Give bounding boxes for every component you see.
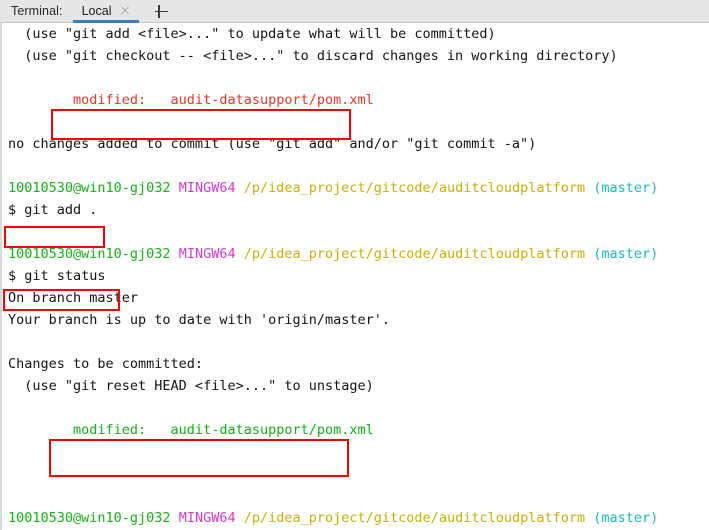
terminal-tabbar: Terminal: Local	[0, 0, 709, 23]
terminal-line: (use "git add <file>..." to update what …	[2, 23, 709, 45]
terminal-line: 10010530@win10-gj032 MINGW64 /p/idea_pro…	[2, 243, 709, 265]
terminal-line: $ git add .	[2, 199, 709, 221]
terminal-text-segment: /p/idea_project/gitcode/auditcloudplatfo…	[243, 180, 586, 196]
terminal-line-list: (use "git add <file>..." to update what …	[2, 23, 709, 530]
terminal-line: 10010530@win10-gj032 MINGW64 /p/idea_pro…	[2, 507, 709, 529]
terminal-line: On branch master	[2, 287, 709, 309]
terminal-line: Changes to be committed:	[2, 353, 709, 375]
terminal-text-segment: (use "git reset HEAD <file>..." to unsta…	[8, 378, 374, 394]
terminal-text-segment: 10010530@win10-gj032	[8, 246, 171, 262]
terminal-text-segment: On branch master	[8, 290, 139, 306]
terminal-line: (use "git checkout -- <file>..." to disc…	[2, 45, 709, 67]
terminal-text-segment: (use "git add <file>..." to update what …	[8, 26, 496, 42]
terminal-text-segment: MINGW64	[178, 180, 236, 196]
terminal-text-segment: modified: audit-datasupport/pom.xml	[8, 92, 374, 108]
terminal-window: Terminal: Local (use "git add <file>..."…	[0, 0, 709, 530]
terminal-text-segment: modified: audit-datasupport/pom.xml	[8, 422, 374, 438]
terminal-text-segment: no changes added to commit (use "git add…	[8, 136, 537, 152]
terminal-text-segment: 10010530@win10-gj032	[8, 510, 171, 526]
terminal-text-segment: Your branch is up to date with 'origin/m…	[8, 312, 391, 328]
terminal-line: $ git status	[2, 265, 709, 287]
terminal-text-segment: /p/idea_project/gitcode/auditcloudplatfo…	[243, 510, 586, 526]
terminal-text-segment: (master)	[593, 510, 659, 526]
tab-local-label: Local	[81, 4, 112, 18]
terminal-text-segment: 10010530@win10-gj032	[8, 180, 171, 196]
terminal-line: no changes added to commit (use "git add…	[2, 133, 709, 155]
terminal-text-segment: /p/idea_project/gitcode/auditcloudplatfo…	[243, 246, 586, 262]
terminal-line: 10010530@win10-gj032 MINGW64 /p/idea_pro…	[2, 177, 709, 199]
terminal-line: (use "git reset HEAD <file>..." to unsta…	[2, 375, 709, 397]
terminal-text-segment: MINGW64	[178, 246, 236, 262]
terminal-text-segment: (master)	[593, 246, 659, 262]
terminal-text-segment: $ git status	[8, 268, 106, 284]
close-icon[interactable]	[119, 5, 131, 17]
terminal-line: modified: audit-datasupport/pom.xml	[2, 89, 709, 111]
terminal-text-segment: Changes to be committed:	[8, 356, 204, 372]
terminal-text-segment: (master)	[593, 180, 659, 196]
terminal-line: modified: audit-datasupport/pom.xml	[2, 419, 709, 441]
terminal-tool-label: Terminal:	[11, 4, 63, 18]
terminal-line: Your branch is up to date with 'origin/m…	[2, 309, 709, 331]
terminal-text-segment: (use "git checkout -- <file>..." to disc…	[8, 48, 618, 64]
tab-local[interactable]: Local	[72, 0, 139, 23]
plus-icon[interactable]	[153, 3, 170, 20]
terminal-text-segment: MINGW64	[178, 510, 236, 526]
terminal-output-pane[interactable]: (use "git add <file>..." to update what …	[0, 23, 709, 530]
terminal-text-segment: $ git add .	[8, 202, 98, 218]
